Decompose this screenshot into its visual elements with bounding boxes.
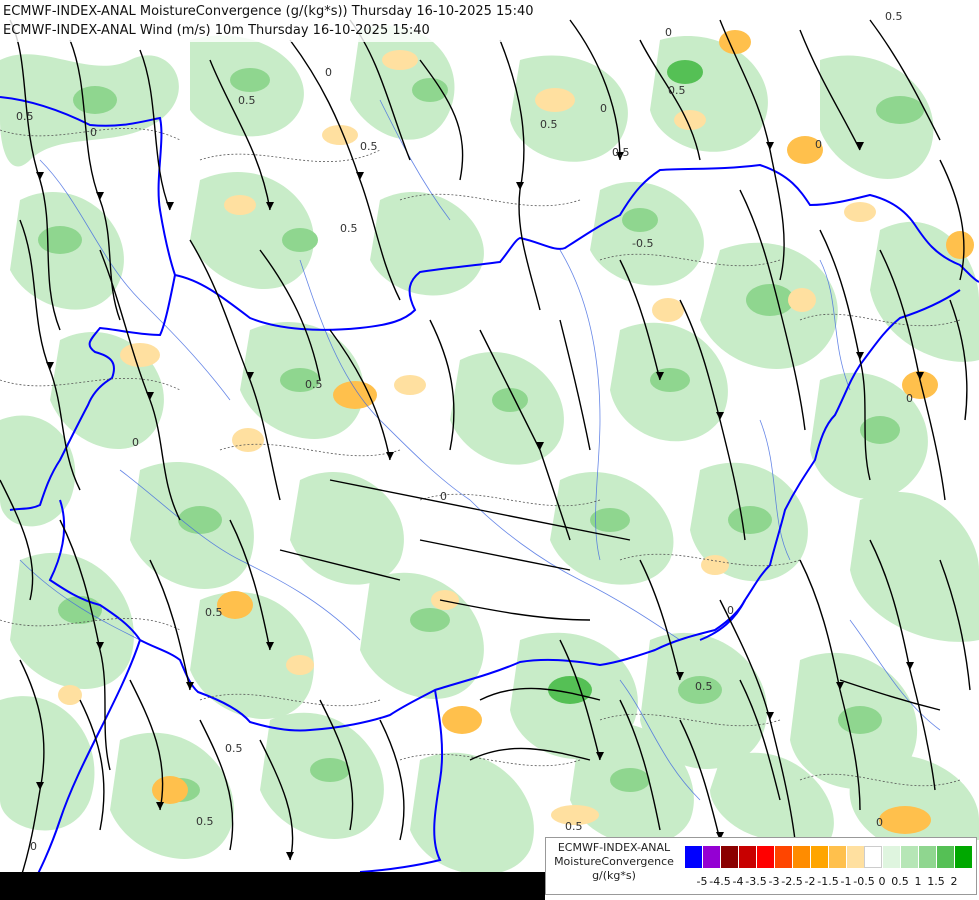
contour-label: 0 bbox=[132, 436, 139, 449]
legend-swatch bbox=[900, 846, 918, 868]
contour-label: 0.5 bbox=[612, 146, 630, 159]
legend-swatch bbox=[720, 846, 738, 868]
legend-swatch bbox=[918, 846, 936, 868]
legend-swatch bbox=[954, 846, 972, 868]
legend-swatch bbox=[864, 846, 882, 868]
legend-title: ECMWF-INDEX-ANAL MoistureConvergence g/(… bbox=[548, 841, 680, 883]
contour-label: 0 bbox=[30, 840, 37, 853]
legend-tick-label: -4 bbox=[732, 875, 744, 888]
legend-swatches bbox=[684, 846, 972, 868]
contour-label: 0.5 bbox=[340, 222, 358, 235]
contour-label: 0.5 bbox=[885, 10, 903, 23]
legend-tick-label: 0.5 bbox=[891, 875, 909, 888]
legend-tick-label: 0 bbox=[878, 875, 886, 888]
contour-label: 0.5 bbox=[238, 94, 256, 107]
legend-swatch bbox=[810, 846, 828, 868]
contour-label: 0 bbox=[440, 490, 447, 503]
moisture-convergence-title: ECMWF-INDEX-ANAL MoistureConvergence (g/… bbox=[3, 4, 534, 19]
legend-tick-label: 2 bbox=[950, 875, 958, 888]
legend-swatch bbox=[756, 846, 774, 868]
contour-label: 0.5 bbox=[360, 140, 378, 153]
legend-swatch bbox=[702, 846, 720, 868]
legend-title-model: ECMWF-INDEX-ANAL bbox=[557, 841, 671, 854]
contour-label: 0.5 bbox=[540, 118, 558, 131]
legend-tick-label: -3 bbox=[768, 875, 780, 888]
contour-label: 0 bbox=[727, 604, 734, 617]
legend-tick-label: -1.5 bbox=[817, 875, 839, 888]
legend-swatch bbox=[792, 846, 810, 868]
contour-label: 0 bbox=[600, 102, 607, 115]
legend-tick-label: -2.5 bbox=[781, 875, 803, 888]
legend-title-parameter: MoistureConvergence bbox=[554, 855, 674, 868]
contour-label: 0 bbox=[325, 66, 332, 79]
legend-swatch bbox=[936, 846, 954, 868]
color-legend: ECMWF-INDEX-ANAL MoistureConvergence g/(… bbox=[545, 837, 977, 895]
legend-tick-label: -4.5 bbox=[709, 875, 731, 888]
legend-tick-label: -1 bbox=[840, 875, 852, 888]
contour-label: 0 bbox=[876, 816, 883, 829]
footer-bar bbox=[0, 872, 545, 900]
contour-label: 0 bbox=[90, 126, 97, 139]
contour-label: 0 bbox=[815, 138, 822, 151]
legend-title-unit: g/(kg*s) bbox=[592, 869, 636, 882]
legend-swatch bbox=[846, 846, 864, 868]
weather-map: 0.5 0 0.5 0.5 0 0.5 0 0.5 0 0.5 0 0.5 0.… bbox=[0, 0, 979, 900]
legend-tick-label: 1.5 bbox=[927, 875, 945, 888]
contour-label: 0.5 bbox=[196, 815, 214, 828]
legend-swatch bbox=[828, 846, 846, 868]
legend-tick-label: -5 bbox=[696, 875, 708, 888]
legend-swatch bbox=[774, 846, 792, 868]
legend-swatch bbox=[684, 846, 702, 868]
contour-label: 0.5 bbox=[305, 378, 323, 391]
legend-swatch bbox=[738, 846, 756, 868]
wind-title: ECMWF-INDEX-ANAL Wind (m/s) 10m Thursday… bbox=[3, 23, 430, 38]
contour-label: 0.5 bbox=[695, 680, 713, 693]
legend-tick-label: -2 bbox=[804, 875, 816, 888]
contour-label: 0 bbox=[665, 26, 672, 39]
contour-label: -0.5 bbox=[632, 237, 653, 250]
legend-swatch bbox=[882, 846, 900, 868]
map-header: ECMWF-INDEX-ANAL MoistureConvergence (g/… bbox=[0, 0, 538, 42]
legend-tick-label: 1 bbox=[914, 875, 922, 888]
legend-tick-label: -0.5 bbox=[853, 875, 875, 888]
contour-label: 0.5 bbox=[668, 84, 686, 97]
contour-label: 0.5 bbox=[16, 110, 34, 123]
contour-label: 0.5 bbox=[205, 606, 223, 619]
legend-tick-label: -3.5 bbox=[745, 875, 767, 888]
contour-label: 0.5 bbox=[565, 820, 583, 833]
contour-label: 0.5 bbox=[225, 742, 243, 755]
contour-label: 0 bbox=[906, 392, 913, 405]
